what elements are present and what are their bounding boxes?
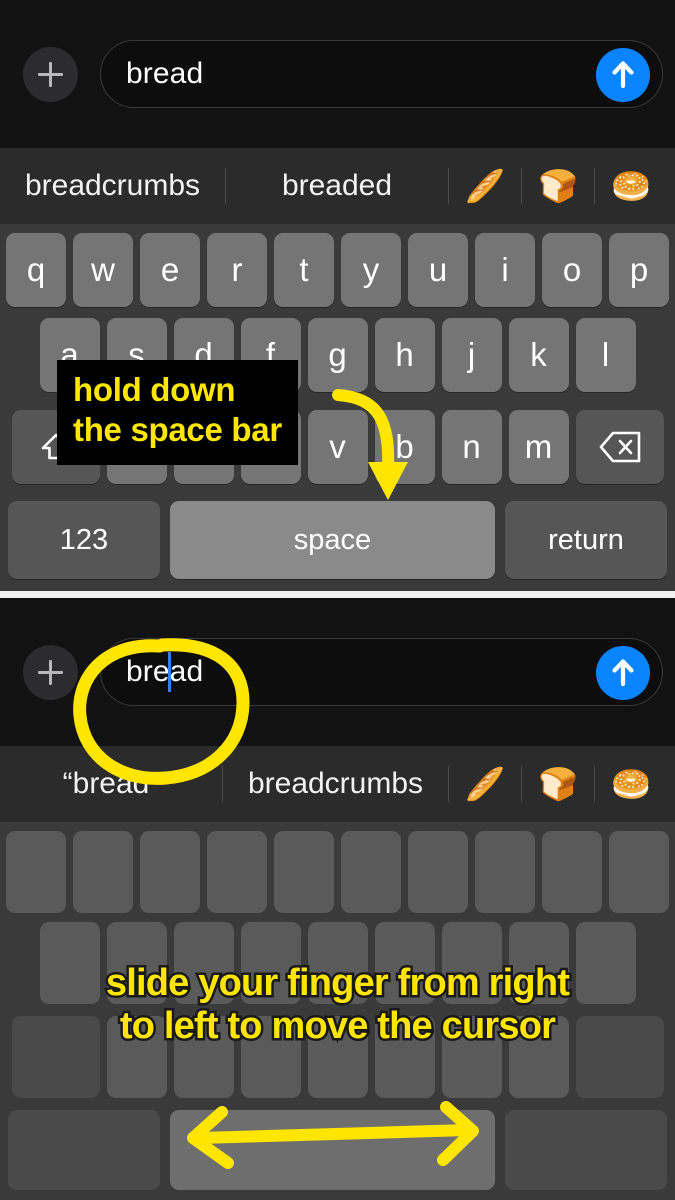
keyboard-row-4-bottom <box>0 1104 675 1196</box>
blank-space-key[interactable] <box>170 1110 495 1190</box>
suggestion-word-1-top[interactable]: breaded <box>226 169 448 203</box>
message-input-top[interactable]: bread <box>100 40 663 108</box>
suggestion-word-1-bottom[interactable]: breadcrumbs <box>223 767 448 801</box>
blank-key[interactable] <box>6 831 66 913</box>
screenshot-root: bread breadcrumbs breaded 🥖 🍞 🥯 q w e r … <box>0 0 675 1200</box>
annotation-line-1: slide your finger from right <box>103 960 572 1007</box>
message-input-value-bottom: bre ad <box>126 652 203 692</box>
panel-step-one: bread breadcrumbs breaded 🥖 🍞 🥯 q w e r … <box>0 0 675 592</box>
key-h[interactable]: h <box>374 318 435 392</box>
annotation-line-2: to left to move the cursor <box>117 1002 558 1049</box>
plus-icon[interactable] <box>23 644 78 700</box>
key-k[interactable]: k <box>508 318 569 392</box>
compose-bar-bottom: bre ad <box>0 598 675 746</box>
suggestion-word-0-top[interactable]: breadcrumbs <box>0 169 225 203</box>
plus-icon[interactable] <box>23 46 78 102</box>
key-b[interactable]: b <box>374 410 435 484</box>
key-q[interactable]: q <box>6 232 66 307</box>
bread-loaf-emoji[interactable]: 🍞 <box>522 768 594 800</box>
annotation-slide-finger-caption: slide your finger from right to left to … <box>0 960 675 1049</box>
blank-numbers-key[interactable] <box>8 1110 160 1190</box>
annotation-line-2: the space bar <box>73 411 282 449</box>
send-button-bottom[interactable] <box>596 646 650 700</box>
suggestion-word-0-bottom[interactable]: “bread” <box>0 767 222 801</box>
message-input-bottom[interactable]: bre ad <box>100 638 663 706</box>
blank-return-key[interactable] <box>505 1110 667 1190</box>
annotation-hold-space-box: hold down the space bar <box>57 360 298 465</box>
blank-key[interactable] <box>542 831 602 913</box>
baguette-bread-emoji[interactable]: 🥖 <box>449 768 521 800</box>
text-after-caret: ad <box>169 655 204 688</box>
key-j[interactable]: j <box>441 318 502 392</box>
keyboard-row-1-bottom <box>0 822 675 916</box>
blank-key[interactable] <box>609 831 669 913</box>
compose-bar-top: bread <box>0 0 675 148</box>
keyboard-row-4-top: 123 space return <box>0 493 675 587</box>
suggestion-bar-top: breadcrumbs breaded 🥖 🍞 🥯 <box>0 148 675 224</box>
baguette-bread-emoji[interactable]: 🥖 <box>449 170 521 202</box>
key-v[interactable]: v <box>307 410 368 484</box>
blank-key[interactable] <box>341 831 401 913</box>
text-before-caret: bre <box>126 655 170 688</box>
key-n[interactable]: n <box>441 410 502 484</box>
key-u[interactable]: u <box>408 232 468 307</box>
key-m[interactable]: m <box>508 410 569 484</box>
key-p[interactable]: p <box>609 232 669 307</box>
space-key[interactable]: space <box>170 501 495 579</box>
key-g[interactable]: g <box>307 318 368 392</box>
annotation-line-1: hold down <box>73 371 236 408</box>
key-w[interactable]: w <box>73 232 133 307</box>
key-o[interactable]: o <box>542 232 602 307</box>
suggestion-bar-bottom: “bread” breadcrumbs 🥖 🍞 🥯 <box>0 746 675 822</box>
panel-step-two: bre ad “bread” breadcrumbs 🥖 🍞 🥯 <box>0 598 675 1200</box>
message-input-value-top: bread <box>126 57 204 90</box>
key-i[interactable]: i <box>475 232 535 307</box>
send-button-top[interactable] <box>596 48 650 102</box>
panel-divider <box>0 591 675 598</box>
delete-backspace-icon[interactable] <box>575 410 664 484</box>
key-r[interactable]: r <box>207 232 267 307</box>
bread-loaf-emoji[interactable]: 🍞 <box>522 170 594 202</box>
blank-key[interactable] <box>140 831 200 913</box>
key-t[interactable]: t <box>274 232 334 307</box>
blank-key[interactable] <box>73 831 133 913</box>
key-y[interactable]: y <box>341 232 401 307</box>
bagel-emoji[interactable]: 🥯 <box>595 170 667 202</box>
blank-key[interactable] <box>274 831 334 913</box>
blank-key[interactable] <box>475 831 535 913</box>
keyboard-row-1-top: q w e r t y u i o p <box>0 224 675 309</box>
key-l[interactable]: l <box>575 318 636 392</box>
numbers-key[interactable]: 123 <box>8 501 160 579</box>
blank-key[interactable] <box>408 831 468 913</box>
key-e[interactable]: e <box>140 232 200 307</box>
return-key[interactable]: return <box>505 501 667 579</box>
blank-key[interactable] <box>207 831 267 913</box>
bagel-emoji[interactable]: 🥯 <box>595 768 667 800</box>
